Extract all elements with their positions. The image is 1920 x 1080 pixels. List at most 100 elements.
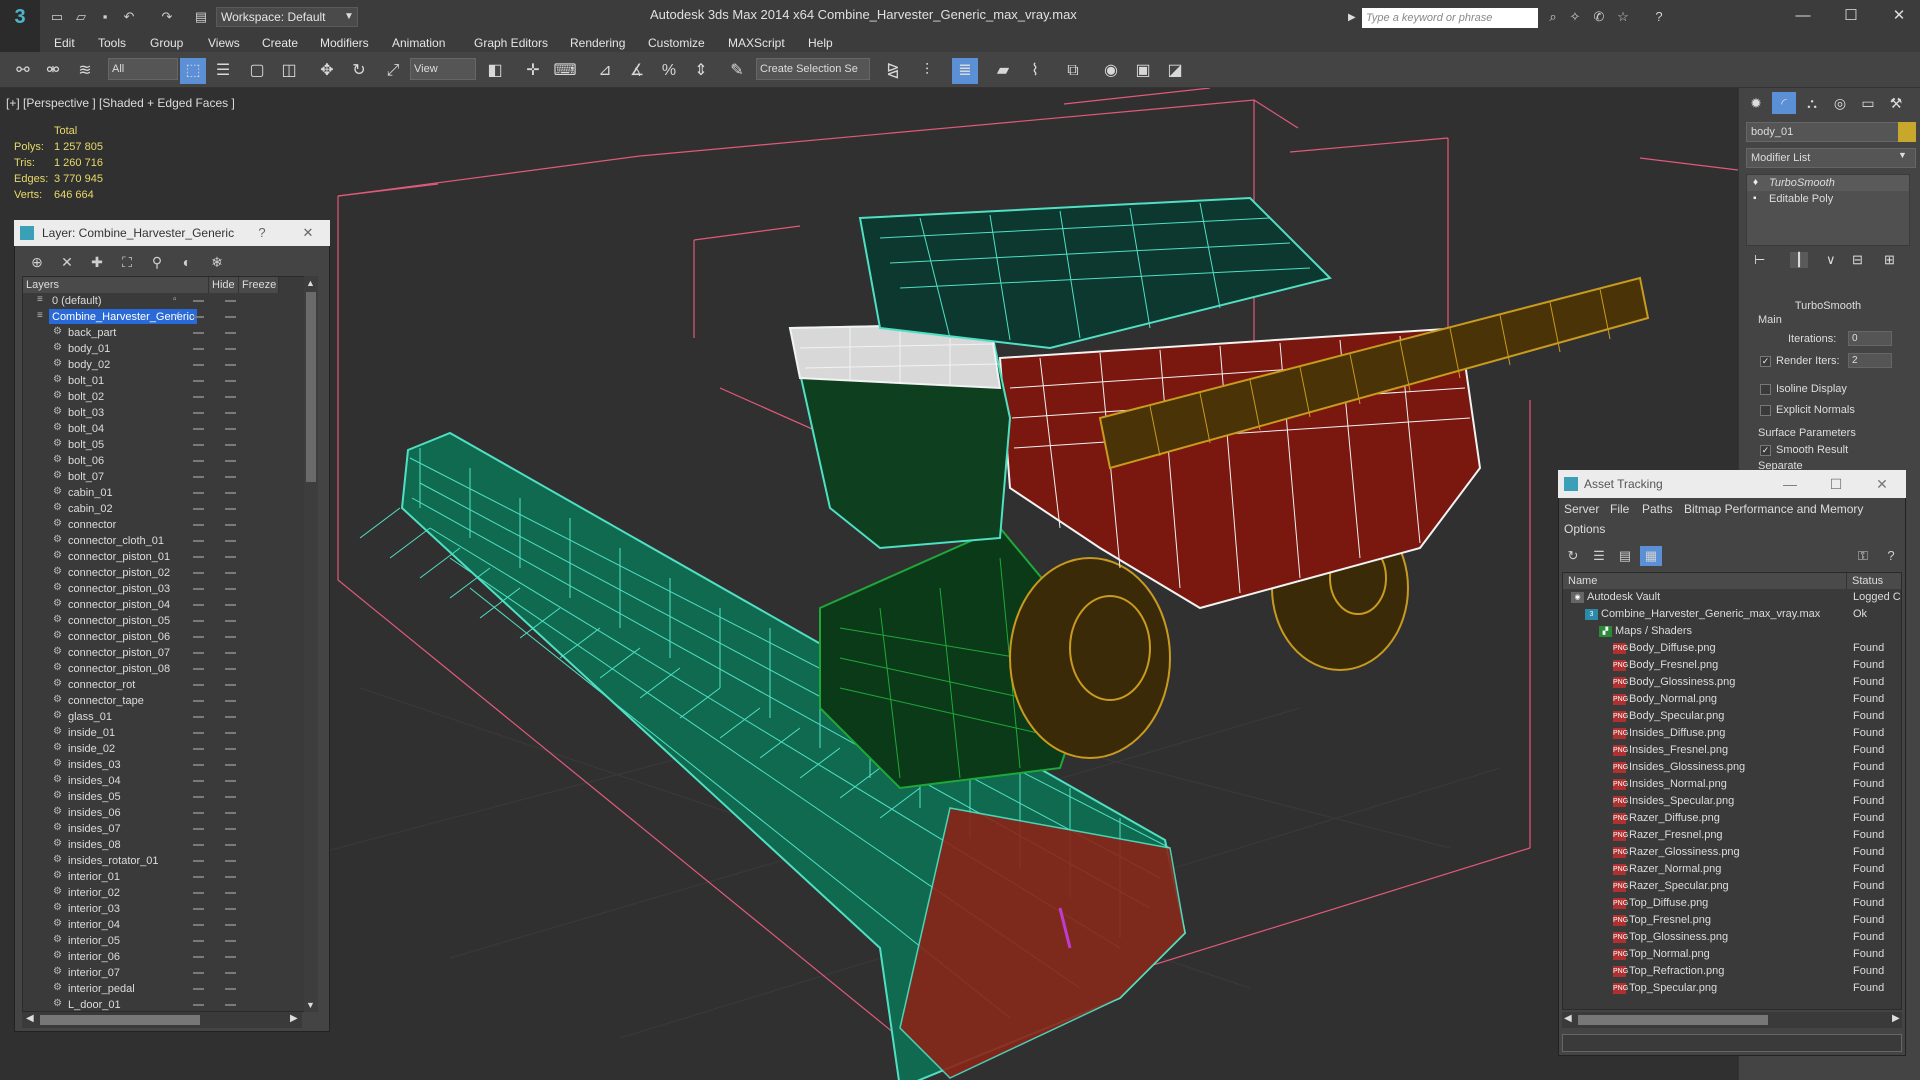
asset-menu-server[interactable]: Server xyxy=(1564,502,1599,516)
expand-icon[interactable]: ▪ xyxy=(1753,191,1757,207)
freeze-toggle[interactable] xyxy=(225,796,236,798)
snaps-toggle-icon[interactable]: ⊿ xyxy=(592,58,618,84)
communication-icon[interactable]: ✆ xyxy=(1590,8,1608,26)
search-input[interactable]: Type a keyword or phrase xyxy=(1362,8,1538,28)
save-file-icon[interactable]: ▪ xyxy=(96,8,114,26)
hide-toggle[interactable] xyxy=(193,556,204,558)
project-folder-icon[interactable]: ▤ xyxy=(192,8,210,26)
hide-toggle[interactable] xyxy=(193,844,204,846)
delete-layer-icon[interactable]: ✕ xyxy=(56,251,78,273)
layer-row[interactable]: ⚙ connector_piston_05 xyxy=(23,613,313,629)
layer-row[interactable]: ⚙ body_01 xyxy=(23,341,313,357)
freeze-toggle[interactable] xyxy=(225,764,236,766)
pivot-center-icon[interactable]: ◧ xyxy=(482,58,508,84)
unlink-icon[interactable]: ⚮ xyxy=(40,58,66,84)
freeze-toggle[interactable] xyxy=(225,716,236,718)
layer-row[interactable]: ⚙ insides_04 xyxy=(23,773,313,789)
motion-tab-icon[interactable]: ◎ xyxy=(1828,92,1852,114)
hide-toggle[interactable] xyxy=(193,908,204,910)
asset-row[interactable]: PNG Body_Diffuse.png Found xyxy=(1563,640,1901,657)
chevron-down-icon[interactable]: ▼ xyxy=(341,7,357,27)
hide-toggle[interactable] xyxy=(193,988,204,990)
layer-row[interactable]: ⚙ connector xyxy=(23,517,313,533)
percent-snap-icon[interactable]: % xyxy=(656,58,682,84)
menu-graph-editors[interactable]: Graph Editors xyxy=(474,34,548,52)
layer-row[interactable]: ⚙ connector_piston_06 xyxy=(23,629,313,645)
asset-row[interactable]: 3 Combine_Harvester_Generic_max_vray.max O… xyxy=(1563,606,1901,623)
rotate-icon[interactable]: ↻ xyxy=(346,58,372,84)
make-unique-icon[interactable]: ∨ xyxy=(1826,252,1836,268)
layer-row[interactable]: ≡ 0 (default) ▫ xyxy=(23,293,313,309)
asset-menu-paths[interactable]: Paths xyxy=(1642,502,1673,516)
asset-row[interactable]: PNG Razer_Specular.png Found xyxy=(1563,878,1901,895)
layer-row[interactable]: ⚙ interior_04 xyxy=(23,917,313,933)
freeze-all-layers-icon[interactable]: ❄ xyxy=(206,251,228,273)
hide-toggle[interactable] xyxy=(193,508,204,510)
freeze-toggle[interactable] xyxy=(225,812,236,814)
layer-row[interactable]: ⚙ interior_07 xyxy=(23,965,313,981)
freeze-toggle[interactable] xyxy=(225,300,236,302)
stack-item-editable-poly[interactable]: ▪ Editable Poly xyxy=(1747,191,1909,207)
new-file-icon[interactable]: ▭ xyxy=(48,8,66,26)
layer-row[interactable]: ⚙ interior_06 xyxy=(23,949,313,965)
iterations-spinner[interactable]: 0 xyxy=(1848,331,1892,346)
layer-row[interactable]: ⚙ connector_piston_03 xyxy=(23,581,313,597)
freeze-toggle[interactable] xyxy=(225,684,236,686)
asset-row[interactable]: PNG Insides_Diffuse.png Found xyxy=(1563,725,1901,742)
hide-toggle[interactable] xyxy=(193,316,204,318)
layer-row[interactable]: ⚙ bolt_01 xyxy=(23,373,313,389)
layer-row[interactable]: ⚙ insides_06 xyxy=(23,805,313,821)
layer-row[interactable]: ⚙ connector_rot xyxy=(23,677,313,693)
hide-toggle[interactable] xyxy=(193,412,204,414)
hide-toggle[interactable] xyxy=(193,828,204,830)
asset-menu-file[interactable]: File xyxy=(1610,502,1629,516)
freeze-toggle[interactable] xyxy=(225,748,236,750)
freeze-toggle[interactable] xyxy=(225,652,236,654)
chevron-left-icon[interactable]: ◀ xyxy=(1564,1013,1572,1024)
layer-row[interactable]: ⚙ connector_piston_07 xyxy=(23,645,313,661)
layer-row[interactable]: ⚙ interior_03 xyxy=(23,901,313,917)
tree-view-icon[interactable]: ▤ xyxy=(1614,546,1636,566)
asset-horizontal-scroll-thumb[interactable] xyxy=(1578,1015,1768,1025)
asset-row[interactable]: PNG Top_Specular.png Found xyxy=(1563,980,1901,997)
asset-row[interactable]: PNG Top_Diffuse.png Found xyxy=(1563,895,1901,912)
hide-toggle[interactable] xyxy=(193,380,204,382)
layer-row[interactable]: ⚙ insides_03 xyxy=(23,757,313,773)
layer-row[interactable]: ⚙ connector_piston_04 xyxy=(23,597,313,613)
hide-toggle[interactable] xyxy=(193,460,204,462)
freeze-toggle[interactable] xyxy=(225,780,236,782)
column-header-freeze[interactable]: Freeze xyxy=(239,277,279,293)
layer-row[interactable]: ⚙ interior_pedal xyxy=(23,981,313,997)
object-color-swatch[interactable] xyxy=(1898,122,1916,142)
modifier-list-dropdown[interactable]: Modifier List xyxy=(1746,148,1916,168)
vault-login-icon[interactable]: ⚿ xyxy=(1852,546,1874,566)
layer-manager-icon[interactable]: ≣ xyxy=(952,58,978,84)
layer-row[interactable]: ⚙ L_door_01 xyxy=(23,997,313,1011)
display-tab-icon[interactable]: ▭ xyxy=(1856,92,1880,114)
asset-row[interactable]: PNG Razer_Diffuse.png Found xyxy=(1563,810,1901,827)
layer-row[interactable]: ⚙ bolt_05 xyxy=(23,437,313,453)
list-view-icon[interactable]: ☰ xyxy=(1588,546,1610,566)
layer-row[interactable]: ⚙ interior_01 xyxy=(23,869,313,885)
smooth-result-checkbox[interactable]: ✓ xyxy=(1760,445,1771,456)
hide-toggle[interactable] xyxy=(193,540,204,542)
curve-editor-icon[interactable]: ⌇ xyxy=(1022,58,1048,84)
chevron-up-icon[interactable]: ▲ xyxy=(306,278,315,288)
close-button[interactable]: ✕ xyxy=(1870,473,1894,495)
asset-status-field[interactable] xyxy=(1562,1034,1902,1052)
freeze-toggle[interactable] xyxy=(225,572,236,574)
favorites-icon[interactable]: ☆ xyxy=(1614,8,1632,26)
render-setup-icon[interactable]: ▣ xyxy=(1130,58,1156,84)
hide-toggle[interactable] xyxy=(193,588,204,590)
layer-row[interactable]: ⚙ connector_piston_02 xyxy=(23,565,313,581)
freeze-toggle[interactable] xyxy=(225,892,236,894)
freeze-toggle[interactable] xyxy=(225,588,236,590)
layer-row[interactable]: ⚙ connector_tape xyxy=(23,693,313,709)
layer-row[interactable]: ⚙ cabin_02 xyxy=(23,501,313,517)
freeze-toggle[interactable] xyxy=(225,332,236,334)
layer-row[interactable]: ⚙ cabin_01 xyxy=(23,485,313,501)
select-by-name-icon[interactable]: ☰ xyxy=(210,58,236,84)
asset-row[interactable]: PNG Top_Refraction.png Found xyxy=(1563,963,1901,980)
asset-row[interactable]: PNG Razer_Fresnel.png Found xyxy=(1563,827,1901,844)
hide-toggle[interactable] xyxy=(193,1004,204,1006)
